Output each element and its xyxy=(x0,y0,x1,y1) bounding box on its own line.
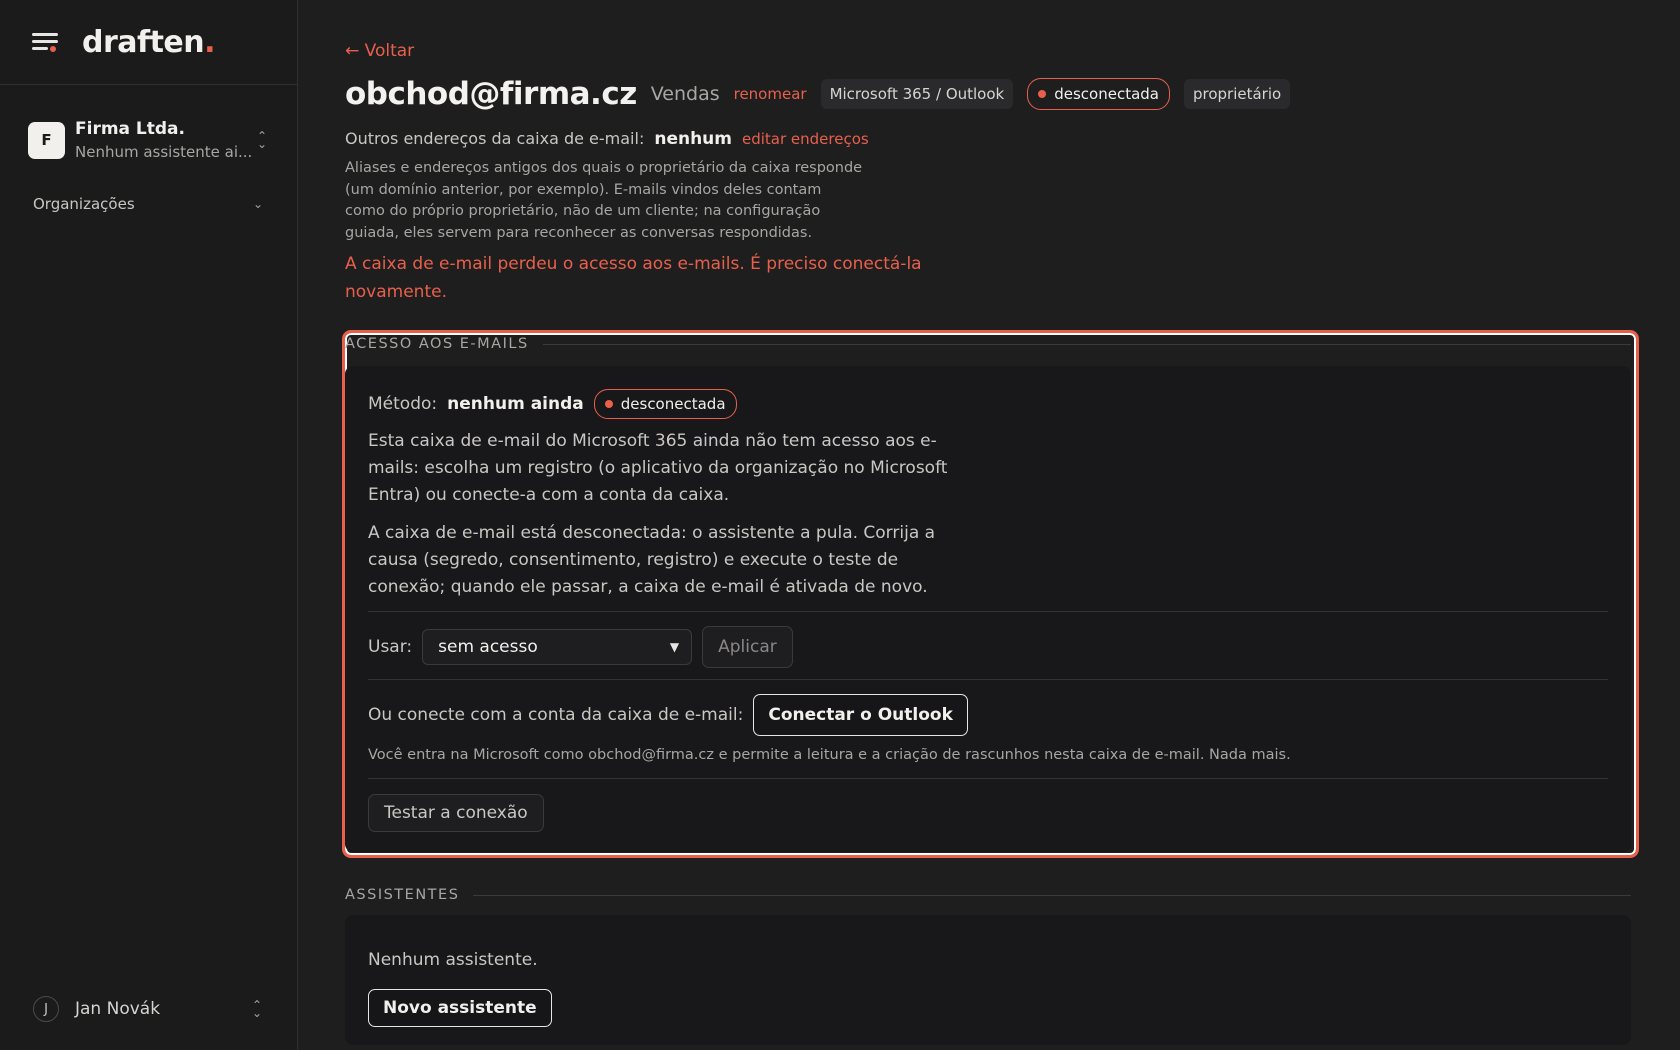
role-tag: proprietário xyxy=(1183,79,1291,109)
aliases-value: nenhum xyxy=(654,129,732,149)
connect-outlook-button[interactable]: Conectar o Outlook xyxy=(753,694,968,736)
aliases-row: Outros endereços da caixa de e-mail: nen… xyxy=(345,129,869,149)
apply-button[interactable]: Aplicar xyxy=(702,626,793,668)
edit-aliases-link[interactable]: editar endereços xyxy=(742,130,869,148)
provider-tag: Microsoft 365 / Outlook xyxy=(820,79,1014,109)
user-avatar: J xyxy=(33,996,59,1022)
chevron-down-icon: ⌄ xyxy=(252,197,263,211)
nav-organizations-label: Organizações xyxy=(33,195,135,213)
use-row: Usar: sem acesso ▼ Aplicar xyxy=(368,626,793,668)
status-badge: desconectada xyxy=(1027,78,1170,110)
user-menu[interactable]: J Jan Novák ⌃ ⌄ xyxy=(33,994,264,1024)
org-text: Firma Ltda. Nenhum assistente ai... xyxy=(75,119,255,161)
chevron-up-down-icon: ⌃ ⌄ xyxy=(251,998,263,1020)
back-link[interactable]: ← Voltar xyxy=(345,41,414,61)
assistants-empty-text: Nenhum assistente. xyxy=(368,950,538,970)
method-value: nenhum ainda xyxy=(447,394,584,414)
connect-label: Ou conecte com a conta da caixa de e-mai… xyxy=(368,705,744,725)
access-status-badge: desconectada xyxy=(593,389,737,419)
use-label: Usar: xyxy=(368,637,413,657)
access-status-label: desconectada xyxy=(620,395,726,413)
org-subtitle: Nenhum assistente ai... xyxy=(75,143,253,161)
status-badge-label: desconectada xyxy=(1054,85,1159,103)
assistants-section-title: ASSISTENTES xyxy=(345,887,460,903)
section-divider xyxy=(473,894,1631,896)
sidebar: draften. F Firma Ltda. Nenhum assistente… xyxy=(0,0,298,1050)
aliases-label: Outros endereços da caixa de e-mail: xyxy=(345,129,645,148)
menu-icon[interactable] xyxy=(32,30,60,54)
method-row: Método: nenhum ainda desconectada xyxy=(368,388,737,420)
title-row: obchod@firma.cz Vendas renomear Microsof… xyxy=(345,76,1291,112)
chevron-down-icon: ▼ xyxy=(669,640,680,654)
divider xyxy=(368,679,1608,680)
nav-organizations[interactable]: Organizações ⌄ xyxy=(0,191,297,217)
divider xyxy=(368,611,1608,612)
status-dot-icon xyxy=(1038,90,1047,98)
org-avatar: F xyxy=(28,121,65,159)
access-info-text: Esta caixa de e-mail do Microsoft 365 ai… xyxy=(368,431,948,505)
rename-link[interactable]: renomear xyxy=(734,85,807,103)
access-card: Método: nenhum ainda desconectada Esta c… xyxy=(345,366,1631,852)
assistants-card: Nenhum assistente. Novo assistente xyxy=(345,915,1631,1045)
org-switcher[interactable]: F Firma Ltda. Nenhum assistente ai... ⌃ ⌄ xyxy=(0,117,297,163)
brand-row: draften. xyxy=(0,0,297,85)
assistants-section-header: ASSISTENTES xyxy=(345,885,1631,905)
access-method-select-value: sem acesso xyxy=(438,637,538,657)
access-method-select[interactable]: sem acesso ▼ xyxy=(422,629,693,665)
org-name: Firma Ltda. xyxy=(75,119,185,139)
section-divider xyxy=(542,343,1631,345)
user-name: Jan Novák xyxy=(75,999,161,1019)
new-assistant-button[interactable]: Novo assistente xyxy=(368,989,552,1027)
connect-row: Ou conecte com a conta da caixa de e-mai… xyxy=(368,694,968,736)
warning-message: A caixa de e-mail perdeu o acesso aos e-… xyxy=(345,254,922,302)
access-disconnected-text: A caixa de e-mail está desconectada: o a… xyxy=(368,523,936,597)
test-connection-button[interactable]: Testar a conexão xyxy=(368,794,544,832)
status-dot-icon xyxy=(604,400,613,408)
chevron-up-down-icon: ⌃ ⌄ xyxy=(256,129,268,151)
aliases-help: Aliases e endereços antigos dos quais o … xyxy=(345,160,863,241)
mailbox-subtitle: Vendas xyxy=(650,83,720,105)
logo[interactable]: draften. xyxy=(82,25,216,60)
page-title: obchod@firma.cz xyxy=(345,76,637,112)
main-content: ← Voltar obchod@firma.cz Vendas renomear… xyxy=(342,0,1639,1050)
divider xyxy=(368,778,1608,779)
method-label: Método: xyxy=(368,394,438,414)
access-section-title: ACESSO AOS E-MAILS xyxy=(345,336,529,352)
connect-help: Você entra na Microsoft como obchod@firm… xyxy=(368,747,1291,763)
access-section-header: ACESSO AOS E-MAILS xyxy=(345,334,1631,354)
